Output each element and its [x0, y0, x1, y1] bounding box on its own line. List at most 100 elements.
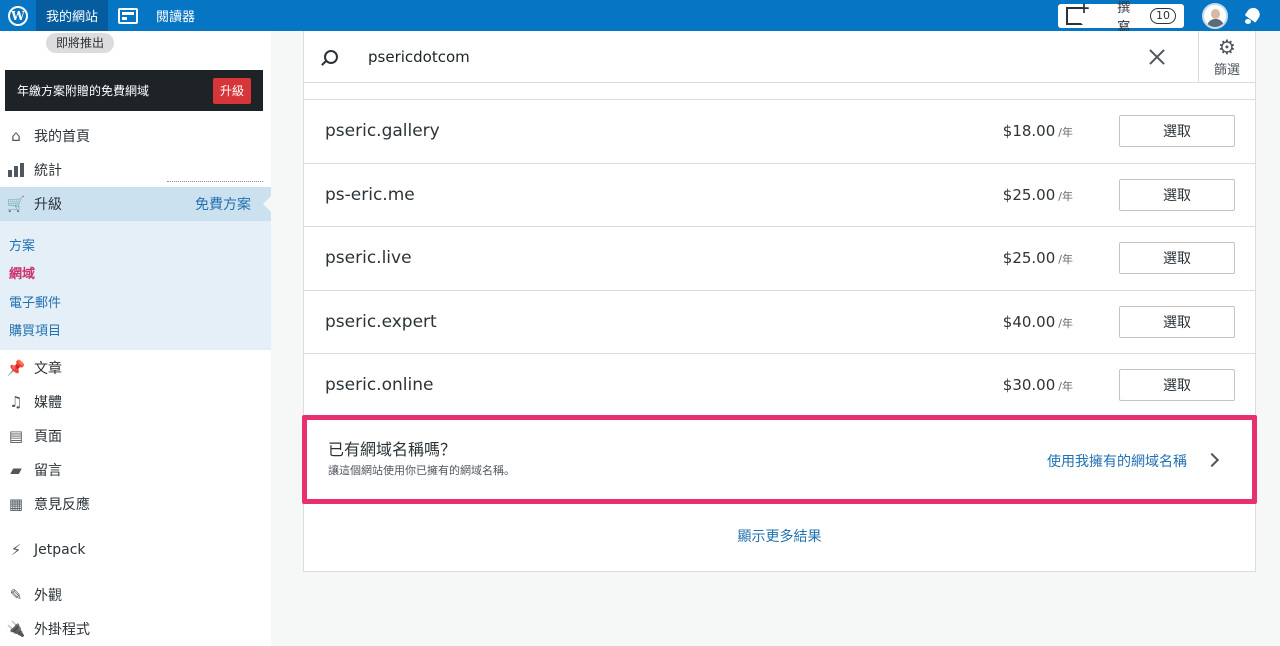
- filter-label: 篩選: [1213, 62, 1240, 78]
- price-unit: /年: [1058, 380, 1073, 394]
- sidebar-item-posts[interactable]: 📌 文章: [0, 351, 271, 385]
- sidebar-item-comments[interactable]: ▰ 留言: [0, 453, 271, 487]
- pages-icon: ▤: [8, 427, 24, 445]
- sidebar-item-label: 外觀: [34, 588, 62, 604]
- media-icon: ♫: [9, 393, 23, 411]
- my-site-label: 我的網站: [46, 10, 99, 25]
- domain-search-card: psericdotcom ⚙ 篩選 pseric.gallery $18.00/…: [302, 31, 1257, 572]
- draft-count-badge: 10: [1150, 7, 1176, 24]
- chevron-right-icon[interactable]: [1204, 452, 1220, 468]
- sidebar-item-appearance[interactable]: ✎ 外觀: [0, 578, 271, 612]
- domain-results-list: pseric.gallery $18.00/年 選取 ps-eric.me $2…: [304, 99, 1255, 417]
- list-item: pseric.online $30.00/年 選取: [304, 353, 1255, 417]
- list-item: pseric.gallery $18.00/年 選取: [304, 99, 1255, 163]
- reader-link[interactable]: 閱讀器: [156, 6, 195, 25]
- domain-price: $18.00/年: [1003, 122, 1073, 140]
- own-domain-title: 已有網域名稱嗎？: [328, 440, 457, 459]
- domain-name: pseric.online: [325, 375, 434, 396]
- feedback-icon: ▦: [8, 495, 24, 513]
- sidebar-item-label: 文章: [34, 361, 62, 377]
- sidebar-item-label: Jetpack: [34, 542, 86, 558]
- new-post-icon: [1066, 0, 1091, 25]
- use-own-domain-link[interactable]: 使用我擁有的網域名稱: [1047, 451, 1187, 471]
- pin-icon: 📌: [6, 359, 26, 377]
- own-domain-subtitle: 讓這個網站使用你已擁有的網域名稱。: [328, 464, 515, 477]
- domain-name: pseric.expert: [325, 311, 437, 332]
- coming-soon-badge: 即將推出: [46, 33, 115, 53]
- reader-icon[interactable]: [118, 7, 139, 24]
- sidebar-item-jetpack[interactable]: ⚡ Jetpack: [0, 533, 271, 567]
- search-icon: [324, 49, 338, 64]
- sidebar-item-label: 升級: [34, 197, 62, 213]
- cart-icon: 🛒: [6, 195, 26, 213]
- domain-price: $40.00/年: [1003, 313, 1073, 331]
- submenu-item-email[interactable]: 電子郵件: [9, 292, 61, 311]
- domain-price: $25.00/年: [1003, 186, 1073, 204]
- sidebar-item-label: 頁面: [34, 429, 62, 445]
- avatar[interactable]: [1202, 2, 1228, 29]
- price-value: $25.00: [1002, 185, 1056, 204]
- price-value: $25.00: [1002, 249, 1056, 268]
- stats-icon: [6, 161, 26, 179]
- domain-name: pseric.gallery: [325, 121, 440, 142]
- wordpress-icon: W: [8, 5, 28, 26]
- upgrade-button[interactable]: 升級: [213, 77, 251, 104]
- domain-price: $25.00/年: [1003, 249, 1073, 267]
- appearance-icon: ✎: [9, 586, 23, 604]
- select-button[interactable]: 選取: [1119, 305, 1235, 338]
- submenu-item-plans[interactable]: 方案: [9, 235, 35, 254]
- price-value: $30.00: [1002, 376, 1056, 395]
- price-unit: /年: [1058, 316, 1073, 330]
- sidebar-item-media[interactable]: ♫ 媒體: [0, 385, 271, 419]
- list-item: pseric.expert $40.00/年 選取: [304, 289, 1255, 354]
- domain-name: ps-eric.me: [325, 184, 415, 205]
- plan-badge: 免費方案: [195, 197, 251, 213]
- sidebar-item-label: 留言: [34, 463, 62, 479]
- sidebar-item-label: 統計: [34, 163, 62, 179]
- sidebar: 即將推出 年繳方案附贈的免費網域 升級 ⌂ 我的首頁 統計 🛒 升級 免費方案 …: [0, 31, 271, 646]
- price-value: $40.00: [1002, 312, 1056, 331]
- select-button[interactable]: 選取: [1119, 242, 1235, 275]
- top-bar: W 我的網站 閱讀器 撰寫 10: [0, 0, 1280, 35]
- sidebar-item-label: 我的首頁: [34, 129, 90, 145]
- filter-button[interactable]: ⚙ 篩選: [1198, 31, 1255, 83]
- domain-name: pseric.live: [325, 248, 412, 269]
- sidebar-item-label: 外掛程式: [34, 622, 90, 638]
- write-button[interactable]: 撰寫 10: [1058, 0, 1184, 35]
- upgrade-submenu: 方案 網域 電子郵件 購買項目: [0, 221, 271, 350]
- domain-search-bar: psericdotcom ⚙ 篩選: [304, 31, 1255, 83]
- search-input[interactable]: psericdotcom: [368, 48, 470, 66]
- gear-icon: ⚙: [1218, 34, 1236, 59]
- write-label: 撰寫: [1117, 0, 1131, 35]
- close-icon[interactable]: [1147, 47, 1167, 67]
- select-button[interactable]: 選取: [1119, 178, 1235, 211]
- sidebar-item-label: 媒體: [34, 395, 62, 411]
- wordpress-logo-button[interactable]: W: [0, 0, 36, 31]
- price-value: $18.00: [1002, 122, 1056, 141]
- list-item: ps-eric.me $25.00/年 選取: [304, 162, 1255, 227]
- list-item: pseric.live $25.00/年 選取: [304, 226, 1255, 290]
- sidebar-item-pages[interactable]: ▤ 頁面: [0, 419, 271, 453]
- submenu-item-purchases[interactable]: 購買項目: [9, 320, 61, 339]
- my-site-button[interactable]: 我的網站: [36, 0, 109, 31]
- divider: [167, 181, 263, 182]
- sidebar-item-upgrade[interactable]: 🛒 升級 免費方案: [0, 187, 271, 221]
- show-more-results-link[interactable]: 顯示更多結果: [304, 526, 1255, 546]
- upsell-text: 年繳方案附贈的免費網域: [17, 84, 150, 98]
- sidebar-item-feedback[interactable]: ▦ 意見反應: [0, 487, 271, 521]
- sidebar-item-my-home[interactable]: ⌂ 我的首頁: [0, 119, 271, 153]
- upsell-banner[interactable]: 年繳方案附贈的免費網域 升級: [5, 70, 263, 111]
- price-unit: /年: [1058, 126, 1073, 140]
- domain-price: $30.00/年: [1003, 376, 1073, 394]
- sidebar-item-plugins[interactable]: 🔌 外掛程式: [0, 612, 271, 646]
- price-unit: /年: [1058, 189, 1073, 203]
- comment-icon: ▰: [10, 461, 22, 479]
- submenu-item-domains[interactable]: 網域: [9, 263, 35, 282]
- sidebar-item-label: 意見反應: [34, 497, 90, 513]
- use-own-domain-panel[interactable]: 已有網域名稱嗎？ 讓這個網站使用你已擁有的網域名稱。 使用我擁有的網域名稱: [302, 415, 1257, 504]
- select-button[interactable]: 選取: [1119, 115, 1235, 148]
- jetpack-icon: ⚡: [10, 541, 22, 559]
- notifications-bell-icon[interactable]: [1244, 7, 1262, 25]
- select-button[interactable]: 選取: [1119, 369, 1235, 402]
- home-icon: ⌂: [11, 127, 21, 145]
